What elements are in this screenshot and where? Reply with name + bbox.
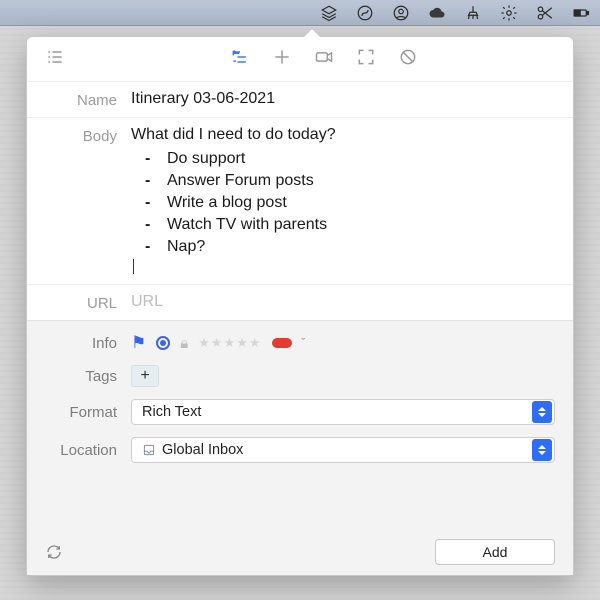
body-row: Body What did I need to do today? Do sup…: [27, 117, 573, 284]
layers-icon[interactable]: [320, 4, 338, 22]
location-label: Location: [45, 442, 131, 459]
color-label-icon[interactable]: [272, 338, 292, 348]
scissors-icon[interactable]: [536, 4, 554, 22]
list-item: Nap?: [145, 236, 555, 258]
format-label: Format: [45, 404, 131, 421]
rating-stars[interactable]: ★★★★★: [198, 335, 261, 351]
format-select[interactable]: Rich Text: [131, 399, 555, 425]
tags-label: Tags: [45, 368, 131, 385]
location-value: Global Inbox: [162, 442, 243, 458]
refresh-icon[interactable]: [45, 543, 63, 561]
inbox-icon: [142, 443, 156, 457]
format-value: Rich Text: [142, 404, 201, 420]
brush-icon[interactable]: [464, 4, 482, 22]
richtext-mode-icon[interactable]: [230, 47, 250, 67]
flag-icon[interactable]: ⚑: [131, 333, 146, 353]
body-list: Do support Answer Forum posts Write a bl…: [131, 148, 555, 258]
grid-mode-icon[interactable]: [272, 47, 292, 67]
name-input[interactable]: Itinerary 03-06-2021: [131, 90, 555, 108]
url-row: URL URL: [27, 284, 573, 320]
chevron-down-icon[interactable]: ˇ: [302, 337, 306, 349]
add-button[interactable]: Add: [435, 539, 555, 565]
disabled-mode-icon[interactable]: [398, 47, 418, 67]
location-select[interactable]: Global Inbox: [131, 437, 555, 463]
list-item: Do support: [145, 148, 555, 170]
list-item: Answer Forum posts: [145, 170, 555, 192]
cloud-icon[interactable]: [428, 4, 446, 22]
tags-row: Tags +: [45, 365, 555, 387]
gear-icon[interactable]: [500, 4, 518, 22]
name-row: Name Itinerary 03-06-2021: [27, 81, 573, 117]
add-tag-button[interactable]: +: [131, 365, 159, 387]
battery-icon[interactable]: [572, 4, 590, 22]
note-panel: Name Itinerary 03-06-2021 Body What did …: [26, 36, 574, 576]
swirl-icon[interactable]: [356, 4, 374, 22]
url-label: URL: [45, 293, 131, 312]
body-editor[interactable]: What did I need to do today? Do support …: [131, 126, 555, 276]
system-menubar: [0, 0, 600, 26]
url-input[interactable]: URL: [131, 293, 555, 311]
list-icon[interactable]: [41, 47, 69, 67]
select-arrows-icon: [532, 439, 552, 461]
panel-toolbar: [27, 37, 573, 77]
list-item: Watch TV with parents: [145, 214, 555, 236]
fullscreen-icon[interactable]: [356, 47, 376, 67]
lock-icon[interactable]: 🔒︎: [180, 335, 188, 352]
video-mode-icon[interactable]: [314, 47, 334, 67]
text-cursor: [133, 259, 134, 274]
body-question: What did I need to do today?: [131, 126, 555, 144]
name-label: Name: [45, 90, 131, 109]
info-label: Info: [45, 335, 131, 352]
format-row: Format Rich Text: [45, 399, 555, 425]
select-arrows-icon: [532, 401, 552, 423]
info-row: Info ⚑ 🔒︎ ★★★★★ ˇ: [45, 333, 555, 353]
body-label: Body: [45, 126, 131, 145]
location-row: Location Global Inbox: [45, 437, 555, 463]
list-item: Write a blog post: [145, 192, 555, 214]
person-circle-icon[interactable]: [392, 4, 410, 22]
unread-icon[interactable]: [156, 336, 170, 350]
